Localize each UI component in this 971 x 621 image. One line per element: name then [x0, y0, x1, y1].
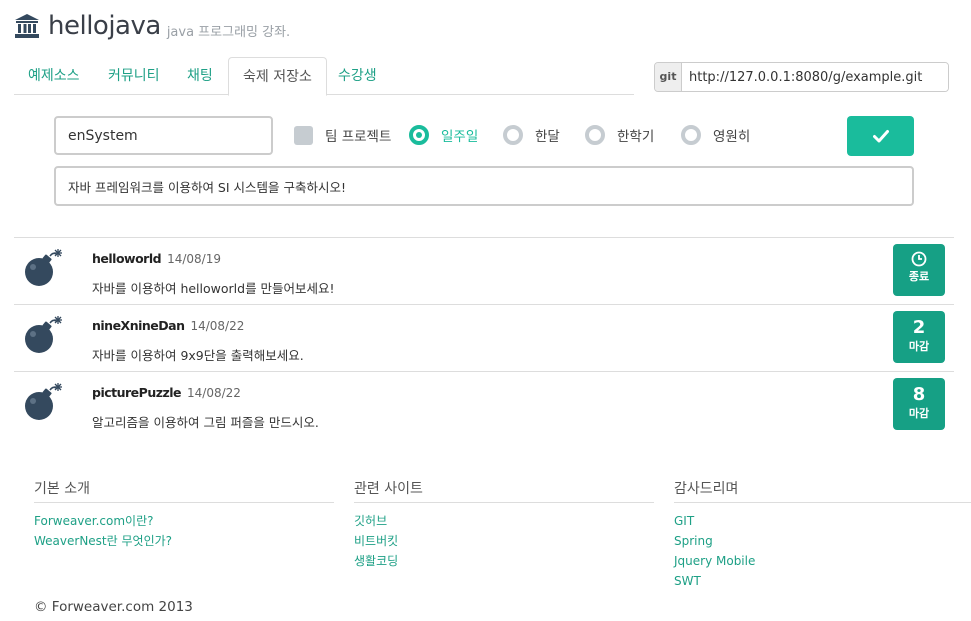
bomb-icon — [25, 249, 62, 286]
assignment-list: helloworld 14/08/19 자바를 이용하여 helloworld를… — [14, 237, 954, 439]
git-addon: git — [655, 63, 682, 91]
repo-name-input[interactable] — [54, 116, 273, 155]
footer-column-thanks: 감사드리며 GIT Spring Jquery Mobile SWT — [674, 478, 971, 591]
clock-icon — [911, 251, 927, 267]
footer-link[interactable]: 깃허브 — [354, 511, 654, 531]
footer-heading: 관련 사이트 — [354, 478, 654, 503]
footer-heading: 기본 소개 — [34, 478, 334, 503]
tab-examples[interactable]: 예제소스 — [14, 57, 94, 95]
period-label: 영원히 — [713, 129, 751, 145]
team-project-label: 팀 프로젝트 — [325, 129, 392, 145]
git-url-group: git — [654, 62, 949, 92]
copyright: © Forweaver.com 2013 — [34, 599, 193, 615]
list-item[interactable]: helloworld 14/08/19 자바를 이용하여 helloworld를… — [14, 238, 954, 305]
period-radio-month[interactable]: 한달 — [503, 125, 560, 145]
list-item[interactable]: nineXnineDan 14/08/22 자바를 이용하여 9x9단을 출력해… — [14, 305, 954, 372]
item-date: 14/08/22 — [187, 386, 241, 400]
item-header: nineXnineDan 14/08/22 — [92, 318, 244, 333]
period-radio-week[interactable]: 일주일 — [409, 125, 478, 145]
footer-link[interactable]: SWT — [674, 571, 971, 591]
item-header: helloworld 14/08/19 — [92, 251, 221, 266]
radio-selected[interactable] — [409, 125, 429, 145]
period-radio-semester[interactable]: 한학기 — [585, 125, 654, 145]
item-description: 자바를 이용하여 9x9단을 출력해보세요. — [92, 348, 304, 363]
list-item[interactable]: picturePuzzle 14/08/22 알고리즘을 이용하여 그림 퍼즐을… — [14, 372, 954, 439]
status-badge[interactable]: 종료 — [893, 244, 945, 296]
radio[interactable] — [681, 125, 701, 145]
footer-link[interactable]: Jquery Mobile — [674, 551, 971, 571]
period-label: 한달 — [535, 129, 560, 145]
badge-number: 2 — [912, 317, 926, 338]
submit-button[interactable] — [847, 116, 914, 156]
deadline-badge[interactable]: 2 마감 — [893, 311, 945, 363]
badge-number: 8 — [912, 384, 926, 405]
git-url-input[interactable] — [682, 63, 948, 91]
footer-heading: 감사드리며 — [674, 478, 971, 503]
period-label: 일주일 — [441, 129, 479, 145]
badge-label: 종료 — [908, 270, 930, 283]
check-icon — [872, 130, 889, 143]
badge-label: 마감 — [908, 407, 930, 420]
item-name[interactable]: helloworld — [92, 251, 162, 266]
item-name[interactable]: nineXnineDan — [92, 318, 185, 333]
item-header: picturePuzzle 14/08/22 — [92, 385, 241, 400]
footer-link[interactable]: WeaverNest란 무엇인가? — [34, 531, 334, 551]
bomb-icon — [25, 383, 62, 420]
item-description: 자바를 이용하여 helloworld를 만들어보세요! — [92, 281, 335, 296]
item-description: 알고리즘을 이용하여 그림 퍼즐을 만드시오. — [92, 415, 319, 430]
footer-column-sites: 관련 사이트 깃허브 비트버킷 생활코딩 — [354, 478, 654, 571]
radio[interactable] — [503, 125, 523, 145]
checkbox-box[interactable] — [294, 125, 313, 145]
item-date: 14/08/19 — [167, 252, 221, 266]
footer-link[interactable]: 비트버킷 — [354, 531, 654, 551]
tab-chat[interactable]: 채팅 — [173, 57, 227, 95]
footer-link[interactable]: Forweaver.com이란? — [34, 511, 334, 531]
footer-link[interactable]: 생활코딩 — [354, 551, 654, 571]
badge-label: 마감 — [908, 340, 930, 353]
footer-column-intro: 기본 소개 Forweaver.com이란? WeaverNest란 무엇인가? — [34, 478, 334, 551]
tab-community[interactable]: 커뮤니티 — [94, 57, 174, 95]
bank-icon — [15, 14, 39, 38]
bomb-icon — [25, 316, 62, 353]
footer-links: GIT Spring Jquery Mobile SWT — [674, 511, 971, 591]
footer-link[interactable]: Spring — [674, 531, 971, 551]
footer-links: Forweaver.com이란? WeaverNest란 무엇인가? — [34, 511, 334, 551]
radio[interactable] — [585, 125, 605, 145]
team-project-checkbox[interactable]: 팀 프로젝트 — [294, 125, 391, 145]
footer-link[interactable]: GIT — [674, 511, 971, 531]
tab-homework[interactable]: 숙제 저장소 — [228, 57, 327, 96]
period-label: 한학기 — [617, 129, 655, 145]
item-date: 14/08/22 — [190, 319, 245, 333]
description-input[interactable] — [54, 166, 914, 206]
tab-students[interactable]: 수강생 — [324, 57, 391, 95]
main-tabs: 예제소스 커뮤니티 채팅 숙제 저장소 수강생 — [14, 57, 634, 96]
item-name[interactable]: picturePuzzle — [92, 385, 182, 400]
brand-subtitle: java 프로그래밍 강좌. — [166, 24, 291, 40]
period-radio-forever[interactable]: 영원히 — [681, 125, 750, 145]
deadline-badge[interactable]: 8 마감 — [893, 378, 945, 430]
footer-links: 깃허브 비트버킷 생활코딩 — [354, 511, 654, 571]
brand-title[interactable]: hellojava — [48, 11, 161, 41]
brand[interactable]: hellojava java 프로그래밍 강좌. — [14, 10, 290, 42]
